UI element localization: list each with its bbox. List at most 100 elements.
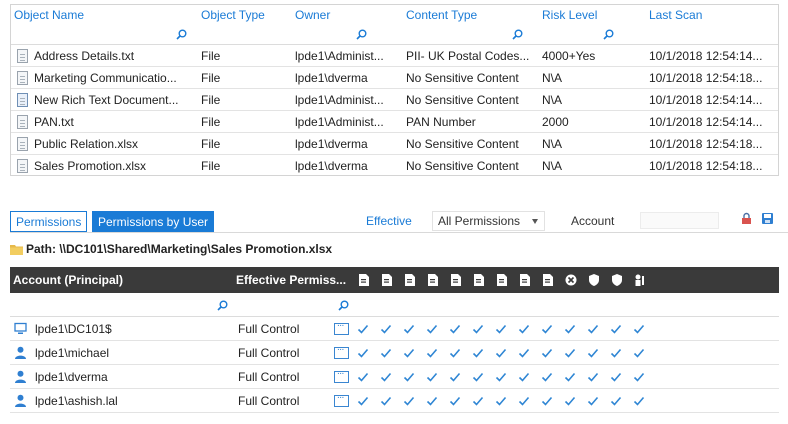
list-folder-icon[interactable] [541,273,555,287]
write-extended-attributes-icon[interactable] [495,273,509,287]
table-row[interactable]: Sales Promotion.xlsx File lpde1\dverma No S… [11,155,778,177]
check-icon [426,347,438,359]
filter-search-icon[interactable] [512,29,523,40]
filter-search-icon[interactable] [603,29,614,40]
permissions-grid-body: lpde1\DC101$ Full Control lpde1\michael Ful… [10,317,779,413]
check-icon [564,395,576,407]
column-header-effective[interactable]: Effective Permiss... [236,273,346,287]
tab-divider [10,232,788,233]
check-icon [541,371,553,383]
cell-scan: 10/1/2018 12:54:14... [649,49,763,63]
permission-details-button[interactable] [334,390,349,407]
text-document-icon [17,137,28,151]
cell-owner: lpde1\dverma [295,159,368,173]
lock-icon[interactable] [740,212,754,226]
check-icon [449,395,461,407]
column-header-owner[interactable]: Owner [295,8,330,22]
filter-search-icon[interactable] [356,29,367,40]
cell-scan: 10/1/2018 12:54:18... [649,159,763,173]
cell-scan: 10/1/2018 12:54:14... [649,115,763,129]
account-name: lpde1\dverma [35,370,108,384]
table-row[interactable]: Public Relation.xlsx File lpde1\dverma No S… [11,133,778,155]
cell-name: PAN.txt [34,115,74,129]
column-header-object-name[interactable]: Object Name [14,8,84,22]
effective-permission: Full Control [238,394,300,408]
change-permissions-icon[interactable] [610,273,624,287]
table-row[interactable]: Marketing Communicatio... File lpde1\dverm… [11,67,778,89]
check-icon [472,347,484,359]
table-row[interactable]: New Rich Text Document... File lpde1\Admin… [11,89,778,111]
effective-label[interactable]: Effective [366,214,412,228]
save-icon[interactable] [761,212,775,226]
column-header-object-type[interactable]: Object Type [201,8,265,22]
read-permissions-icon[interactable] [587,273,601,287]
check-icon [380,371,392,383]
account-name: lpde1\michael [35,346,110,360]
account-label: Account [571,214,615,228]
write-attributes-icon[interactable] [449,273,463,287]
cell-name: New Rich Text Document... [34,93,179,107]
traverse-icon[interactable] [518,273,532,287]
permission-details-button[interactable] [334,342,349,359]
column-header-content-type[interactable]: Content Type [406,8,477,22]
table-row[interactable]: lpde1\michael Full Control [10,341,779,365]
check-icon [518,395,530,407]
cell-risk: N\A [542,93,563,107]
check-icon [495,347,507,359]
check-icon [633,371,645,383]
permission-details-button[interactable] [334,318,349,335]
table-row[interactable]: lpde1\dverma Full Control [10,365,779,389]
permissions-grid: Account (Principal) Effective Permiss...… [10,267,779,413]
check-icon [495,371,507,383]
column-header-last-scan[interactable]: Last Scan [649,8,702,22]
filter-search-icon[interactable] [338,300,349,311]
read-attributes-icon[interactable] [426,273,440,287]
check-icon [357,371,369,383]
cell-content: No Sensitive Content [406,137,519,151]
cell-name: Sales Promotion.xlsx [34,159,147,173]
append-data-icon[interactable] [403,273,417,287]
cell-risk: N\A [542,159,563,173]
check-icon [357,395,369,407]
check-icon [403,395,415,407]
table-row[interactable]: lpde1\ashish.lal Full Control [10,389,779,413]
check-icon [518,323,530,335]
filter-search-icon[interactable] [217,300,228,311]
check-icon [472,371,484,383]
check-icon [426,323,438,335]
cell-content: No Sensitive Content [406,71,519,85]
cell-type: File [201,115,221,129]
tab-permissions[interactable]: Permissions [10,211,88,232]
cell-owner: lpde1\dverma [295,71,368,85]
text-document-icon [17,49,28,63]
folder-icon [10,243,23,255]
filter-search-icon[interactable] [176,29,187,40]
check-icon [564,371,576,383]
column-header-risk-level[interactable]: Risk Level [542,8,597,22]
cell-name: Marketing Communicatio... [34,71,177,85]
table-row[interactable]: PAN.txt File lpde1\Administ... PAN Number 20… [11,111,778,133]
check-icon [541,323,553,335]
cell-risk: N\A [542,137,563,151]
table-row[interactable]: lpde1\DC101$ Full Control [10,317,779,341]
check-icon [380,347,392,359]
check-icon [449,323,461,335]
delete-icon[interactable] [564,273,578,287]
account-input[interactable] [640,212,719,229]
column-header-account[interactable]: Account (Principal) [13,273,123,287]
cell-scan: 10/1/2018 12:54:18... [649,137,763,151]
rich-text-document-icon [17,93,28,107]
take-ownership-icon[interactable] [633,273,647,287]
table-row[interactable]: Address Details.txt File lpde1\Administ...… [11,45,778,67]
read-data-icon[interactable] [357,273,371,287]
permission-details-button[interactable] [334,366,349,383]
check-icon [610,371,622,383]
tab-permissions-by-user[interactable]: Permissions by User [92,211,215,232]
create-files-icon[interactable] [380,273,394,287]
cell-owner: lpde1\Administ... [295,93,384,107]
permission-filter-select[interactable]: All Permissions [432,211,545,231]
cell-scan: 10/1/2018 12:54:14... [649,93,763,107]
check-icon [403,323,415,335]
read-extended-attributes-icon[interactable] [472,273,486,287]
cell-type: File [201,93,221,107]
